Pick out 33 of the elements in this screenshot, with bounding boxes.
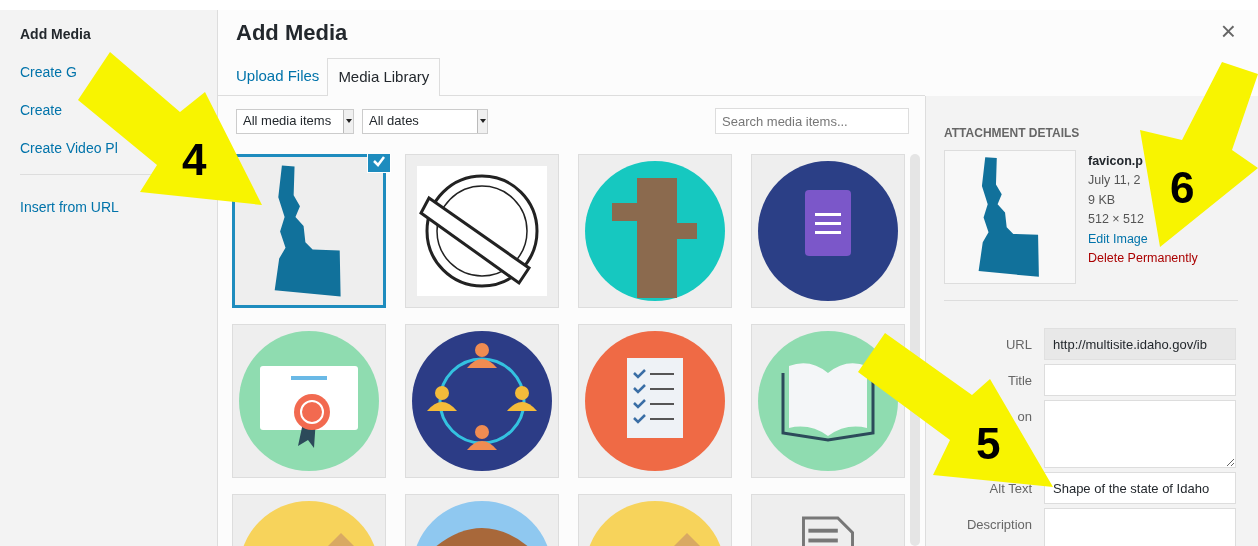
field-label: Description <box>965 516 1032 534</box>
text-field[interactable]: http://multisite.idaho.gov/ib <box>1044 328 1236 360</box>
text-field[interactable] <box>1044 364 1236 396</box>
delete-link[interactable]: Delete Permanently <box>1088 249 1198 269</box>
filter-dropdown[interactable]: All dates <box>362 108 488 134</box>
field-label: Title <box>1006 372 1032 390</box>
sidebar-link[interactable]: Create <box>20 100 63 120</box>
field-label: on <box>1016 408 1032 426</box>
filter-dropdown[interactable]: All media items <box>236 108 354 134</box>
search-field[interactable]: Search media items... <box>715 108 909 134</box>
file-name: favicon.p <box>1088 153 1143 170</box>
tab[interactable]: Upload Files <box>228 57 328 95</box>
close-button[interactable]: × <box>1220 18 1236 44</box>
caret-icon <box>345 119 352 123</box>
sidebar-title: Add Media <box>20 25 92 44</box>
callout-number: 5 <box>976 420 1001 468</box>
callout-number: 4 <box>182 136 207 184</box>
text-field[interactable]: Shape of the state of Idaho <box>1044 472 1236 504</box>
details-heading: ATTACHMENT DETAILS <box>944 125 1081 141</box>
checkmark-icon[interactable] <box>367 154 391 173</box>
sidebar-link[interactable]: Insert from URL <box>20 197 119 217</box>
sidebar-link[interactable]: Create G <box>20 62 77 82</box>
caret-icon <box>479 119 486 123</box>
field-label: URL <box>1005 336 1032 354</box>
field-label: Alt Text <box>988 480 1032 498</box>
callout-number: 6 <box>1170 164 1195 212</box>
tab[interactable]: Media Library <box>327 58 441 96</box>
modal-title: Add Media <box>236 19 348 47</box>
edit-image-link[interactable]: Edit Image <box>1088 229 1148 250</box>
upload-date: July 11, 2 <box>1088 172 1141 190</box>
image-dimensions: 512 × 512 <box>1088 211 1144 229</box>
sidebar-link[interactable]: Create Video Pl <box>20 138 118 158</box>
file-size: 9 KB <box>1088 191 1116 209</box>
